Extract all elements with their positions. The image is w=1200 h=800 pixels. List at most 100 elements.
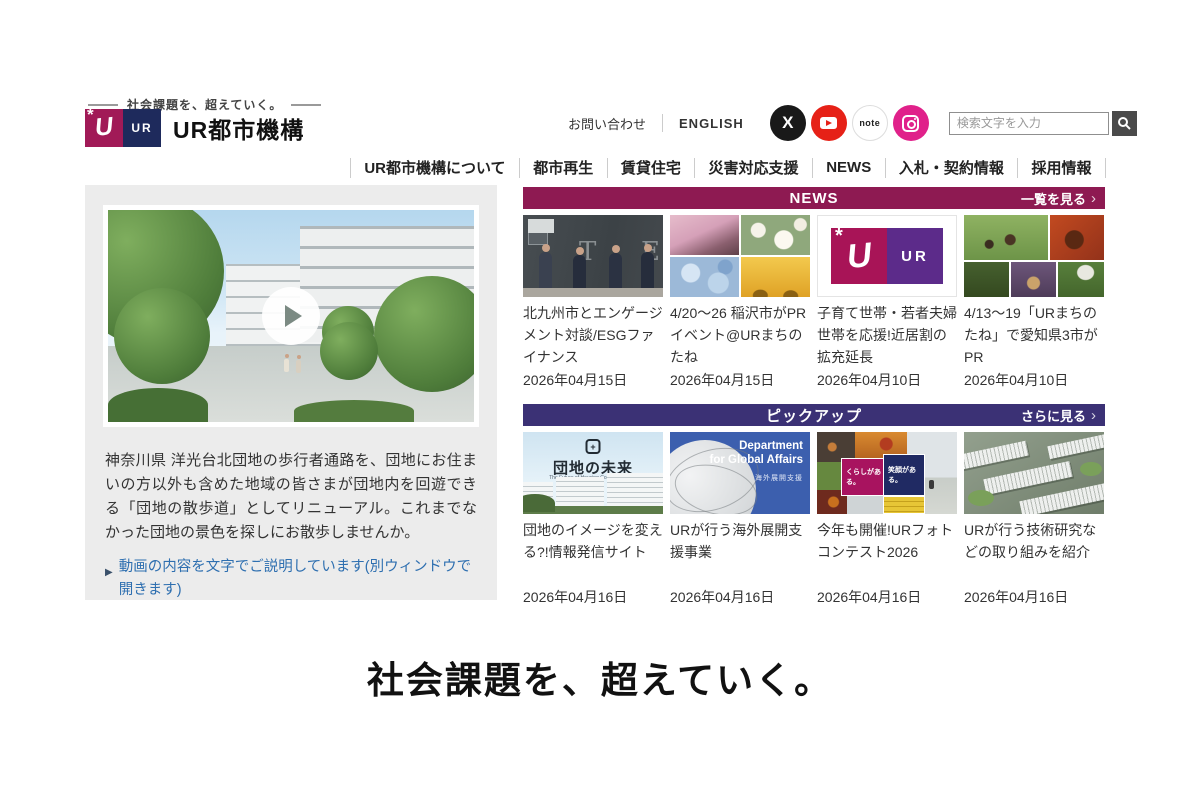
video-art-bush (108, 388, 208, 422)
ur-logo-u-glyph: U (93, 112, 114, 143)
research-building (964, 441, 1029, 471)
news-card-4[interactable]: 4/13〜19「URまちのたね」で愛知県3市がPR 2026年04月10日 (964, 215, 1104, 390)
nav-item-rental-housing[interactable]: 賃貸住宅 (617, 155, 685, 180)
festival-photo (1050, 215, 1104, 260)
link-arrow-icon: ▶ (105, 561, 113, 600)
pickup-section-bar: ピックアップ さらに見る › (523, 404, 1105, 426)
nav-item-recruit[interactable]: 採用情報 (1028, 155, 1096, 180)
global-affairs-line2: for Global Affairs (710, 454, 804, 466)
site-logo[interactable]: * U UR UR都市機構 (85, 109, 304, 147)
play-button[interactable] (262, 287, 320, 345)
nav-item-about[interactable]: UR都市機構について (360, 155, 509, 180)
research-building (1047, 434, 1104, 459)
festival-photo (964, 262, 1009, 297)
danchi-bush (523, 494, 555, 512)
person-silhouette (573, 255, 586, 290)
search-icon (1117, 116, 1131, 130)
festival-photo (1011, 262, 1056, 297)
contest-yellow-tile (883, 496, 925, 514)
video-transcript-link-label: 動画の内容を文字でご説明しています(別ウィンドウで開きます) (119, 556, 477, 600)
pickup-section-title: ピックアップ (523, 405, 1105, 426)
main-nav: UR都市機構について 都市再生 賃貸住宅 災害対応支援 NEWS 入札・契約情報… (350, 155, 1106, 180)
nav-item-bidding[interactable]: 入札・契約情報 (895, 155, 1008, 180)
news-card-3[interactable]: * U UR 子育て世帯・若者夫婦世帯を応援!近居割の拡充延長 2026年04月… (817, 215, 957, 390)
news-thumb-2 (670, 215, 810, 297)
pickup-card-title: 今年も開催!URフォトコンテスト2026 (817, 519, 957, 585)
pickup-card-1[interactable]: + 団地の未来 The Future of Housing Complex Pr… (523, 432, 663, 607)
chalkboard-floor (523, 288, 663, 297)
nav-separator (885, 158, 886, 178)
utility-bar: お問い合わせ ENGLISH X note (568, 104, 1137, 142)
news-card-title: 4/20〜26 稲沢市がPRイベント@URまちのたね (670, 302, 810, 368)
nav-item-disaster-support[interactable]: 災害対応支援 (705, 155, 803, 180)
news-thumb-1: T E (523, 215, 663, 297)
news-thumb-3: * U UR (817, 215, 957, 297)
nav-separator (1105, 158, 1106, 178)
ur-logo-u-square: * U (85, 109, 123, 147)
contest-photo (817, 462, 843, 490)
nav-separator (1017, 158, 1018, 178)
overseas-support-text: 海外展開支援 (755, 473, 803, 483)
instagram-camera-glyph (902, 115, 919, 132)
pickup-card-2[interactable]: Department for Global Affairs 海外展開支援 URが… (670, 432, 810, 607)
nav-separator (812, 158, 813, 178)
news-more-label: 一覧を見る (1021, 189, 1086, 208)
feature-description: 神奈川県 洋光台北団地の歩行者通路を、団地にお住まいの方以外も含めた地域の皆さま… (105, 449, 477, 545)
note-icon[interactable]: note (852, 105, 888, 141)
instagram-icon[interactable] (893, 105, 929, 141)
pickup-card-3[interactable]: くらしがある。 笑顔がある。 今年も開催!URフォトコンテスト2026 2026… (817, 432, 957, 607)
ur-logo-u-square: * U (831, 228, 887, 284)
person-silhouette (539, 252, 552, 290)
news-more-link[interactable]: 一覧を見る › (1021, 187, 1096, 209)
nav-separator (694, 158, 695, 178)
feature-panel: 神奈川県 洋光台北団地の歩行者通路を、団地にお住まいの方以外も含めた地域の皆さま… (85, 185, 497, 600)
ur-logo-star-icon: * (835, 228, 843, 244)
news-card-title: 4/13〜19「URまちのたね」で愛知県3市がPR (964, 302, 1104, 368)
research-building (983, 461, 1072, 495)
ur-logo-ur-square: UR (887, 228, 943, 284)
pickup-card-grid: + 団地の未来 The Future of Housing Complex Pr… (523, 432, 1105, 607)
video-art-tree (320, 322, 378, 380)
video-art-person (284, 359, 289, 372)
english-link[interactable]: ENGLISH (679, 116, 744, 131)
nav-item-urban-renewal[interactable]: 都市再生 (529, 155, 597, 180)
x-twitter-icon[interactable]: X (770, 105, 806, 141)
pickup-card-title: URが行う技術研究などの取り組みを紹介 (964, 519, 1104, 585)
news-card-date: 2026年04月10日 (964, 370, 1104, 390)
pickup-card-date: 2026年04月16日 (817, 587, 957, 607)
feature-video-thumbnail[interactable] (108, 210, 474, 422)
news-card-1[interactable]: T E 北九州市とエンゲージメント対談/ESGファイナンス 2026年04月15… (523, 215, 663, 390)
search-button[interactable] (1112, 111, 1137, 136)
ginkgo-photo (741, 257, 810, 297)
youtube-icon[interactable] (811, 105, 847, 141)
cherry-blossom-photo (670, 215, 739, 255)
news-section-bar: NEWS 一覧を見る › (523, 187, 1105, 209)
search-input[interactable] (949, 112, 1109, 135)
news-card-date: 2026年04月10日 (817, 370, 957, 390)
global-affairs-text: Department for Global Affairs (710, 439, 804, 467)
news-card-grid: T E 北九州市とエンゲージメント対談/ESGファイナンス 2026年04月15… (523, 215, 1105, 390)
news-card-title: 北九州市とエンゲージメント対談/ESGファイナンス (523, 302, 663, 368)
pickup-card-title: URが行う海外展開支援事業 (670, 519, 810, 585)
festival-photo (1058, 262, 1104, 297)
chalkboard-poster (528, 219, 554, 233)
white-rose-photo (741, 215, 810, 255)
news-card-2[interactable]: 4/20〜26 稲沢市がPRイベント@URまちのたね 2026年04月15日 (670, 215, 810, 390)
nav-item-news[interactable]: NEWS (822, 157, 875, 178)
pickup-more-link[interactable]: さらに見る › (1021, 404, 1096, 426)
nav-separator (350, 158, 351, 178)
person-silhouette (609, 253, 622, 290)
news-thumb-4 (964, 215, 1104, 297)
video-art-bush (294, 400, 414, 422)
research-greenery (1080, 462, 1102, 476)
pickup-card-date: 2026年04月16日 (523, 587, 663, 607)
news-card-date: 2026年04月15日 (523, 370, 663, 390)
contest-navy-tile: 笑顔がある。 (883, 454, 925, 496)
contact-link[interactable]: お問い合わせ (568, 114, 646, 133)
site-name: UR都市機構 (173, 111, 304, 145)
youtube-play-glyph (820, 117, 837, 129)
brand-tagline: 社会課題を、超えていく。 (0, 650, 1200, 704)
pickup-card-4[interactable]: URが行う技術研究などの取り組みを紹介 2026年04月16日 (964, 432, 1104, 607)
nav-separator (519, 158, 520, 178)
video-transcript-link[interactable]: ▶ 動画の内容を文字でご説明しています(別ウィンドウで開きます) (105, 556, 477, 600)
